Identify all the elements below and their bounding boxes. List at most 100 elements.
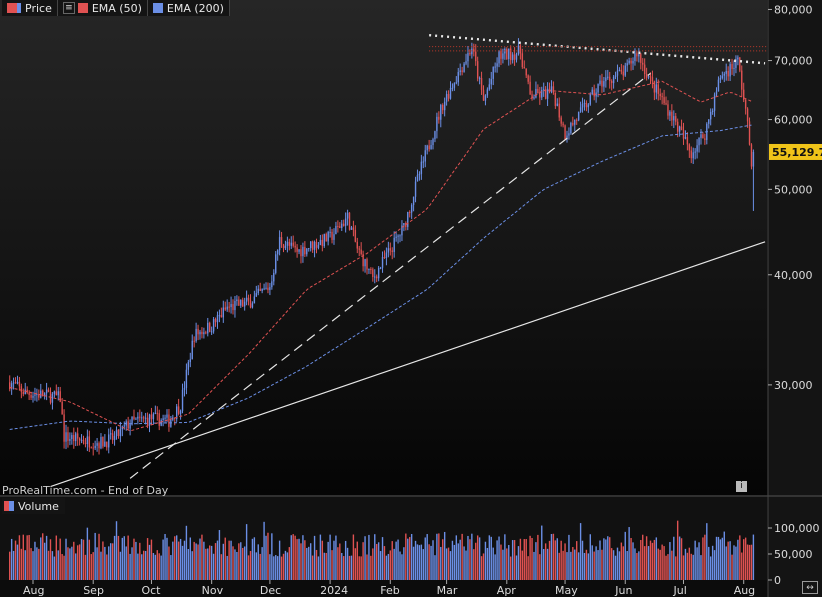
price-legend-item[interactable]: Price <box>2 0 58 16</box>
volume-bar <box>752 534 755 580</box>
volume-bar <box>715 536 718 580</box>
candle-body <box>84 442 87 445</box>
expand-icon[interactable]: ↔ <box>802 581 818 594</box>
ema200-legend-item[interactable]: EMA (200) <box>148 0 230 16</box>
candle-body <box>222 307 225 318</box>
candle-body <box>616 70 619 76</box>
candle-body <box>717 79 720 92</box>
volume-bar <box>564 543 566 580</box>
settings-legend-item[interactable]: ≡ EMA (50) <box>58 0 148 16</box>
candle-body <box>294 245 296 248</box>
volume-bar <box>364 536 366 580</box>
volume-bar <box>78 544 81 580</box>
volume-bar <box>589 534 591 580</box>
volume-bar <box>640 539 642 580</box>
volume-bar <box>166 537 168 580</box>
candle-body <box>484 95 487 101</box>
candle-body <box>603 81 605 87</box>
candle-body <box>744 99 747 109</box>
volume-bar <box>76 545 79 580</box>
candle-body <box>632 60 634 64</box>
volume-bar <box>331 550 333 580</box>
candle-body <box>432 139 434 146</box>
candle-body <box>659 93 661 97</box>
candle-body <box>453 83 456 88</box>
candle-body <box>673 116 675 121</box>
volume-bar <box>199 538 201 580</box>
candle-body <box>189 359 191 363</box>
candle-body <box>69 439 71 441</box>
candle-body <box>113 435 116 441</box>
volume-bar <box>399 551 401 580</box>
candle-body <box>387 248 390 253</box>
volume-bar <box>418 545 421 580</box>
candle-body <box>443 101 446 111</box>
volume-bar <box>387 553 390 580</box>
volume-bar <box>323 552 325 580</box>
x-tick-label: Aug <box>23 584 44 597</box>
candle-body <box>32 395 34 398</box>
volume-bar <box>193 541 195 580</box>
candle-body <box>713 94 716 111</box>
volume-bar <box>176 535 178 580</box>
candle-body <box>587 104 590 108</box>
price-chart[interactable]: 80,000 70,000 60,000 50,000 40,000 30,000 Aug S… <box>0 0 822 597</box>
candle-body <box>521 53 524 68</box>
volume-bar <box>339 543 341 580</box>
candle-body <box>333 234 335 240</box>
volume-bar <box>453 544 456 580</box>
volume-bar <box>700 555 702 580</box>
candle-body <box>622 71 625 76</box>
candle-body <box>201 331 203 335</box>
volume-bar <box>486 547 489 580</box>
volume-bar <box>111 543 114 580</box>
volume-legend-label: Volume <box>18 499 59 513</box>
candle-body <box>47 389 50 393</box>
volume-bar <box>53 556 56 580</box>
candle-body <box>494 66 496 68</box>
volume-bars-icon <box>4 501 14 511</box>
volume-bar <box>473 549 475 580</box>
candle-body <box>280 237 283 245</box>
volume-bar <box>294 535 296 580</box>
candle-body <box>558 103 560 118</box>
candle-body <box>379 267 382 269</box>
volume-bar <box>630 537 632 580</box>
candle-body <box>273 272 275 282</box>
candle-body <box>119 429 122 437</box>
volume-bar <box>205 548 207 580</box>
x-tick-label: Jul <box>673 584 687 597</box>
candle-body <box>564 125 566 140</box>
volume-bar <box>535 542 537 580</box>
candle-body <box>663 97 665 104</box>
volume-bar <box>676 520 679 580</box>
volume-bar <box>243 546 246 580</box>
candle-body <box>609 76 611 81</box>
candle-body <box>142 417 145 419</box>
volume-bar <box>688 547 691 580</box>
volume-bar <box>645 536 648 580</box>
candle-body <box>352 227 355 230</box>
candle-body <box>399 235 401 237</box>
candle-body <box>181 389 184 411</box>
candle-body <box>680 126 683 131</box>
volume-bar <box>455 535 458 580</box>
volume-bar <box>628 527 630 580</box>
volume-bar <box>300 543 302 580</box>
candle-body <box>593 89 595 97</box>
volume-bar <box>642 534 644 580</box>
candle-body <box>323 234 325 247</box>
candle-body <box>403 223 405 226</box>
info-icon[interactable]: i <box>736 481 747 492</box>
candle-body <box>300 249 302 257</box>
candle-body <box>746 108 749 122</box>
candle-body <box>395 236 397 238</box>
volume-bar <box>302 535 304 580</box>
volume-legend[interactable]: Volume <box>2 498 65 514</box>
candle-body <box>737 57 739 60</box>
candle-body <box>212 319 215 332</box>
volume-bar <box>504 534 506 580</box>
candle-body <box>752 151 755 167</box>
volume-bar <box>434 555 436 580</box>
volume-bar <box>195 543 197 580</box>
